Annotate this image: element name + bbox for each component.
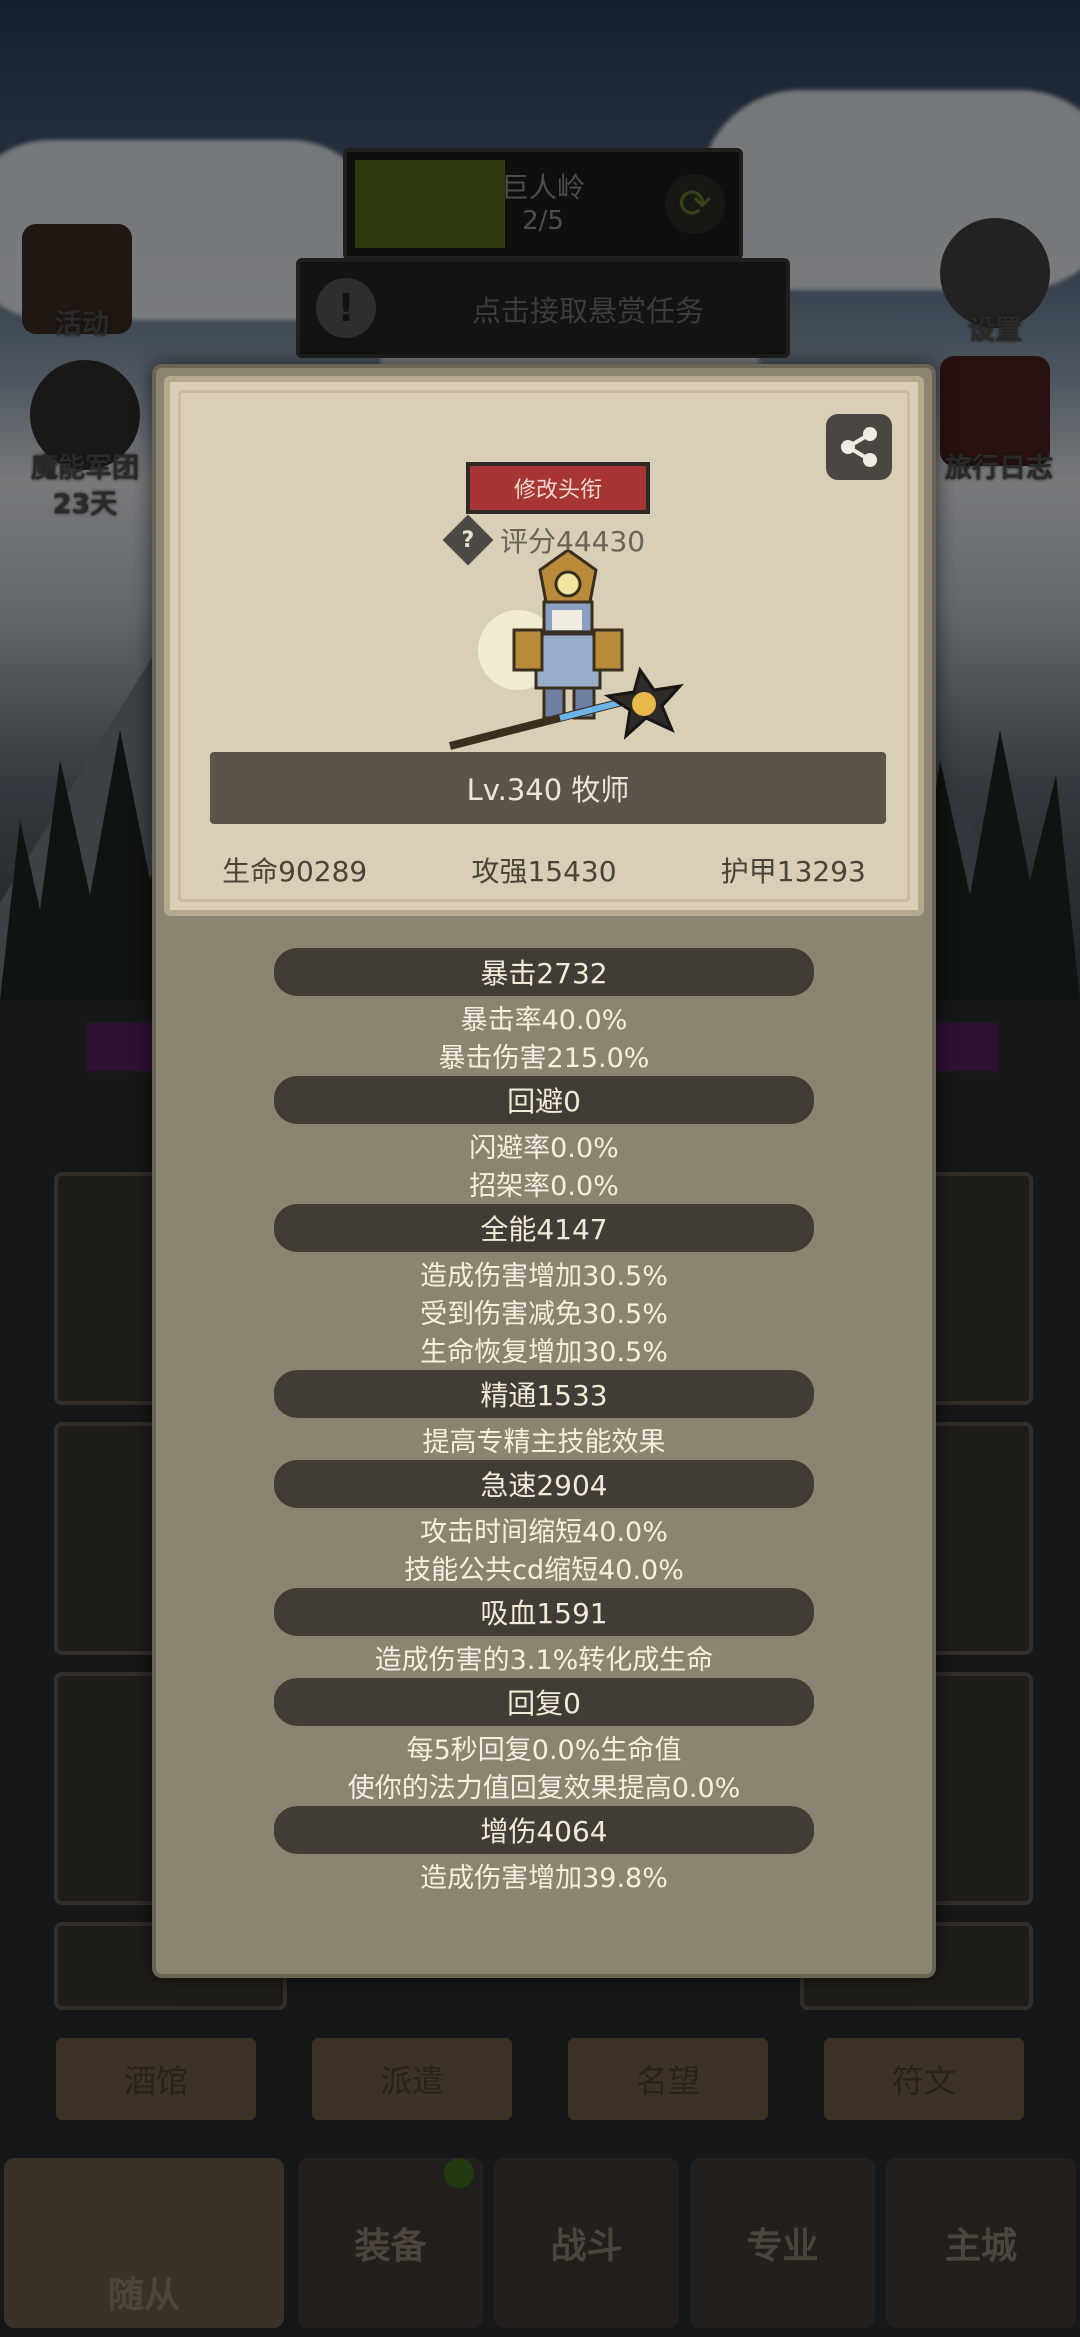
share-icon bbox=[841, 427, 877, 467]
stat-line: 造成伤害增加39.8% bbox=[420, 1863, 668, 1894]
hero-card: 修改头衔 ? 评分44430 Lv.340 牧师 生命90289 攻强15430… bbox=[164, 376, 924, 916]
stat-header-damage-bonus: 增伤4064 bbox=[274, 1806, 814, 1854]
stat-header-regen: 回复0 bbox=[274, 1678, 814, 1726]
stat-line: 使你的法力值回复效果提高0.0% bbox=[347, 1773, 741, 1804]
stat-line: 造成伤害增加30.5% bbox=[420, 1261, 668, 1292]
stat-line: 闪避率0.0% bbox=[469, 1133, 619, 1164]
hero-detail-panel: 修改头衔 ? 评分44430 Lv.340 牧师 生命90289 攻强15430… bbox=[152, 364, 936, 1978]
stat-header-avoidance: 回避0 bbox=[274, 1076, 814, 1124]
hero-base-stats: 生命90289 攻强15430 护甲13293 bbox=[170, 850, 918, 890]
stat-line: 生命恢复增加30.5% bbox=[420, 1337, 668, 1368]
change-title-button[interactable]: 修改头衔 bbox=[466, 462, 650, 514]
priest-character-sprite bbox=[449, 550, 684, 750]
stat-header-versatility: 全能4147 bbox=[274, 1204, 814, 1252]
stat-line: 攻击时间缩短40.0% bbox=[420, 1517, 668, 1548]
stat-line: 技能公共cd缩短40.0% bbox=[404, 1555, 684, 1586]
stat-header-haste: 急速2904 bbox=[274, 1460, 814, 1508]
hero-level-class: Lv.340 牧师 bbox=[210, 752, 886, 824]
stat-line: 受到伤害减免30.5% bbox=[420, 1299, 668, 1330]
stat-line: 招架率0.0% bbox=[469, 1171, 619, 1202]
stat-line: 暴击率40.0% bbox=[460, 1005, 628, 1036]
stat-header-lifesteal: 吸血1591 bbox=[274, 1588, 814, 1636]
stat-line: 造成伤害的3.1%转化成生命 bbox=[374, 1645, 714, 1676]
stat-header-mastery: 精通1533 bbox=[274, 1370, 814, 1418]
armor-stat: 护甲13293 bbox=[720, 855, 866, 888]
attack-stat: 攻强15430 bbox=[471, 855, 617, 888]
hp-stat: 生命90289 bbox=[222, 855, 368, 888]
stat-line: 暴击伤害215.0% bbox=[438, 1043, 650, 1074]
stat-line: 每5秒回复0.0%生命值 bbox=[406, 1735, 682, 1766]
share-button[interactable] bbox=[826, 414, 892, 480]
stat-header-crit: 暴击2732 bbox=[274, 948, 814, 996]
stat-line: 提高专精主技能效果 bbox=[422, 1427, 666, 1458]
